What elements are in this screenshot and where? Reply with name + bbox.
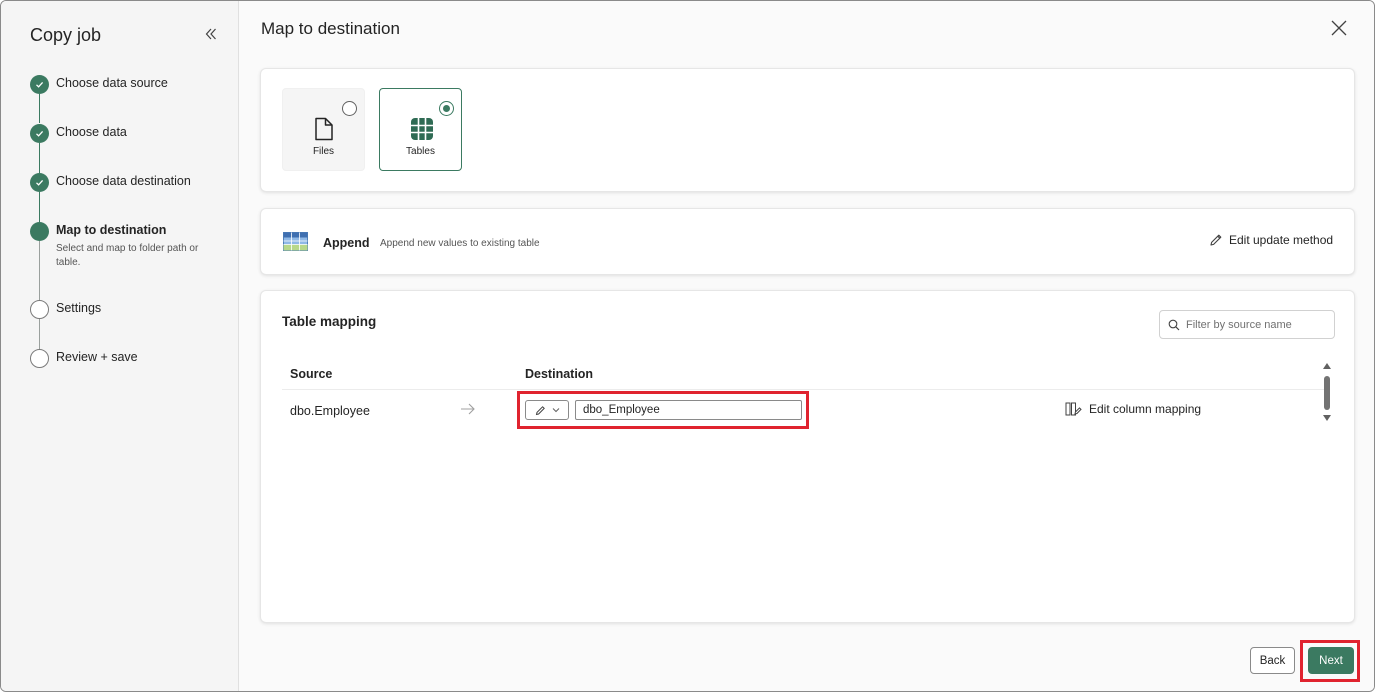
step-done-indicator [30,124,49,143]
scroll-down-arrow-icon[interactable] [1323,415,1331,421]
pencil-icon [1210,234,1222,246]
tables-label: Tables [406,146,435,157]
files-label: Files [312,146,335,157]
filter-input[interactable] [1186,318,1326,331]
destination-table-input[interactable] [575,400,802,420]
step-connector [39,192,40,222]
files-radio[interactable] [342,101,357,116]
update-method-description: Append new values to existing table [380,238,540,249]
update-method-card: Append Append new values to existing tab… [260,208,1355,275]
header-divider [282,389,1324,390]
edit-update-method-label: Edit update method [1229,233,1334,247]
arrow-right-icon [461,403,475,415]
files-option-tile[interactable]: Files [282,88,365,171]
step-connector [39,94,40,123]
checkmark-icon [36,130,44,137]
tables-radio[interactable] [439,101,454,116]
table-mapping-card: Table mapping Source Destination dbo.Emp… [260,290,1355,623]
scroll-thumb[interactable] [1324,376,1330,410]
copy-job-window: Copy job Choose data source Choose data … [0,0,1375,692]
mapping-scrollbar[interactable] [1321,363,1333,427]
table-mapping-title: Table mapping [282,314,377,329]
source-column-header: Source [290,367,333,381]
checkmark-icon [36,179,44,186]
pencil-icon [535,405,545,415]
step-done-indicator [30,75,49,94]
step-connector [39,319,40,349]
page-title: Map to destination [261,19,400,38]
scroll-up-arrow-icon[interactable] [1323,363,1331,369]
step-connector [39,241,40,300]
step-label: Review + save [56,350,138,364]
step-label: Choose data source [56,76,168,90]
destination-type-card: Files Tables [260,68,1355,192]
append-table-icon [283,232,308,251]
step-done-indicator [30,173,49,192]
table-grid-icon [411,118,433,140]
collapse-sidebar-button[interactable] [201,25,221,43]
step-description: Select and map to folder path or table. [56,243,199,268]
edit-column-mapping-label: Edit column mapping [1089,402,1202,416]
step-label: Settings [56,301,102,315]
step-active-indicator [30,222,49,241]
checkmark-icon [36,81,44,88]
step-label: Map to destination [56,223,167,237]
step-connector [39,143,40,173]
update-method-title: Append [323,236,370,250]
close-icon [1331,20,1347,36]
filter-box [1159,310,1335,339]
source-table-name: dbo.Employee [290,404,370,418]
edit-column-mapping-button[interactable]: Edit column mapping [1065,402,1201,416]
column-mapping-icon [1065,402,1082,416]
tables-option-tile[interactable]: Tables [379,88,462,171]
next-button[interactable]: Next [1308,647,1354,674]
sidebar: Copy job Choose data source Choose data … [1,1,239,691]
main-panel: Map to destination Files Tables Append A… [239,1,1374,691]
file-icon [315,117,333,141]
step-label: Choose data [56,125,127,139]
close-button[interactable] [1330,19,1350,39]
chevron-down-icon [552,408,559,413]
search-icon [1168,319,1180,330]
step-pending-indicator [30,300,49,319]
sidebar-title: Copy job [30,25,102,45]
step-pending-indicator [30,349,49,368]
destination-column-header: Destination [525,367,594,381]
edit-update-method-button[interactable]: Edit update method [1209,233,1333,247]
back-button[interactable]: Back [1250,647,1295,674]
destination-mode-dropdown[interactable] [525,400,569,420]
chevron-double-left-icon [205,28,216,40]
step-label: Choose data destination [56,174,191,188]
